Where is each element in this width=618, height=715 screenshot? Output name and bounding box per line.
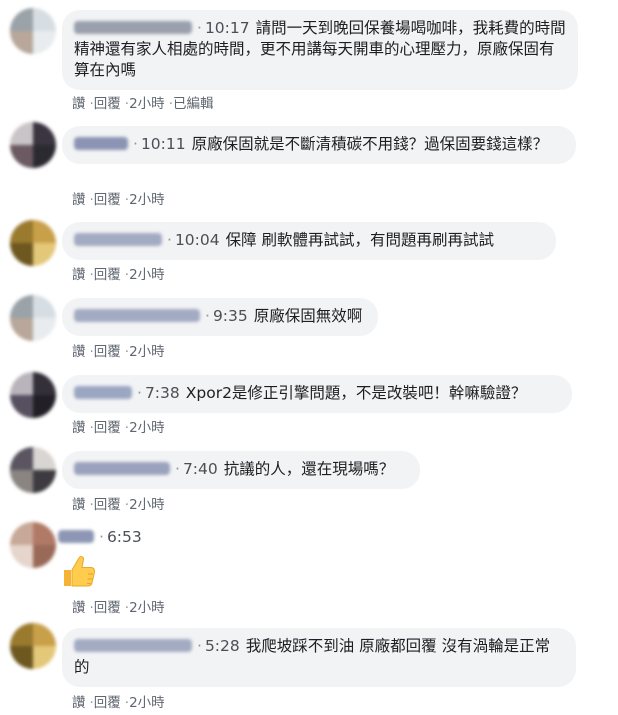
avatar[interactable]	[10, 372, 56, 418]
comment-time: 7:38	[144, 384, 180, 402]
commenter-name-blurred[interactable]	[74, 462, 170, 475]
like-link[interactable]: 讚	[72, 600, 86, 616]
avatar[interactable]	[10, 447, 56, 493]
comment-actions: 讚 ·回覆 ·2小時 ·已編輯	[72, 96, 214, 112]
comment-actions: 讚 ·回覆 ·2小時	[72, 344, 165, 360]
avatar[interactable]	[10, 295, 56, 341]
commenter-name-blurred[interactable]	[74, 386, 132, 399]
commenter-name-blurred[interactable]	[74, 309, 200, 322]
comment-age[interactable]: 2小時	[129, 420, 165, 436]
comment-text: 原廠保固就是不斷清積碳不用錢？過保固要錢這樣？	[191, 135, 549, 153]
commenter-name-blurred[interactable]	[74, 137, 128, 150]
comment-bubble: · 10:17 請問一天到晚回保養場喝咖啡，我耗費的時間精神還有家人相處的時間，更不…	[62, 10, 578, 90]
edited-label[interactable]: 已編輯	[173, 96, 214, 112]
separator-dot: ·	[175, 460, 180, 478]
comment-text: 保障 刷軟體再試試，有問題再刷再試試	[225, 231, 495, 249]
comment-time: 10:17	[204, 19, 250, 37]
commenter-name-blurred[interactable]	[74, 21, 192, 34]
reply-link[interactable]: 回覆	[94, 192, 121, 208]
separator-dot: ·	[133, 135, 138, 153]
comment-time: 10:04	[174, 231, 220, 249]
comment-age[interactable]: 2小時	[129, 695, 165, 711]
separator-dot: ·	[167, 231, 172, 249]
commenter-name-blurred[interactable]	[74, 639, 192, 652]
avatar[interactable]	[10, 623, 56, 669]
reply-link[interactable]: 回覆	[94, 600, 121, 616]
comment-actions: 讚 ·回覆 ·2小時	[72, 192, 165, 208]
commenter-name-blurred[interactable]	[74, 233, 162, 246]
comment-header: · 6:53	[58, 527, 148, 548]
reply-link[interactable]: 回覆	[94, 267, 121, 283]
comment-age[interactable]: 2小時	[129, 96, 165, 112]
comment-actions: 讚 ·回覆 ·2小時	[72, 600, 165, 616]
comment-age[interactable]: 2小時	[129, 192, 165, 208]
comment-time: 5:28	[204, 637, 240, 655]
thumbs-up-icon	[64, 556, 96, 587]
comment-text: 抗議的人，還在現場嗎？	[223, 460, 395, 478]
avatar[interactable]	[10, 122, 56, 168]
reply-link[interactable]: 回覆	[94, 497, 121, 513]
comment-text: 原廠保固無效啊	[253, 307, 363, 325]
commenter-name-blurred[interactable]	[58, 530, 94, 543]
like-link[interactable]: 讚	[72, 192, 86, 208]
comment-time: 7:40	[182, 460, 218, 478]
reply-link[interactable]: 回覆	[94, 420, 121, 436]
like-link[interactable]: 讚	[72, 344, 86, 360]
comment-bubble: · 9:35 原廠保固無效啊	[62, 298, 378, 336]
comment-bubble: · 5:28 我爬坡踩不到油 原廠都回覆 沒有渦輪是正常的	[62, 628, 576, 687]
reply-link[interactable]: 回覆	[94, 695, 121, 711]
comment-actions: 讚 ·回覆 ·2小時	[72, 267, 165, 283]
comment-bubble: · 10:04 保障 刷軟體再試試，有問題再刷再試試	[62, 222, 556, 260]
avatar[interactable]	[10, 522, 56, 568]
like-link[interactable]: 讚	[72, 497, 86, 513]
comment-time: 6:53	[106, 528, 142, 546]
comment-bubble: · 10:11 原廠保固就是不斷清積碳不用錢？過保固要錢這樣？	[62, 126, 576, 164]
comment-text: Xpor2是修正引擎問題，不是改裝吧！幹嘛驗證？	[185, 384, 527, 402]
like-link[interactable]: 讚	[72, 420, 86, 436]
avatar[interactable]	[10, 8, 56, 54]
separator-dot: ·	[205, 307, 210, 325]
comment-time: 10:11	[140, 135, 186, 153]
comment-age[interactable]: 2小時	[129, 600, 165, 616]
reply-link[interactable]: 回覆	[94, 344, 121, 360]
separator-dot: ·	[99, 528, 104, 546]
avatar[interactable]	[10, 220, 56, 266]
comment-actions: 讚 ·回覆 ·2小時	[72, 497, 165, 513]
comment-actions: 讚 ·回覆 ·2小時	[72, 695, 165, 711]
reply-link[interactable]: 回覆	[94, 96, 121, 112]
comment-bubble: · 7:40 抗議的人，還在現場嗎？	[62, 451, 420, 489]
comment-bubble: · 7:38 Xpor2是修正引擎問題，不是改裝吧！幹嘛驗證？	[62, 375, 572, 413]
comment-age[interactable]: 2小時	[129, 497, 165, 513]
separator-dot: ·	[197, 19, 202, 37]
comment-age[interactable]: 2小時	[129, 267, 165, 283]
like-link[interactable]: 讚	[72, 267, 86, 283]
comment-time: 9:35	[212, 307, 248, 325]
separator-dot: ·	[197, 637, 202, 655]
separator-dot: ·	[137, 384, 142, 402]
like-link[interactable]: 讚	[72, 96, 86, 112]
comment-actions: 讚 ·回覆 ·2小時	[72, 420, 165, 436]
like-link[interactable]: 讚	[72, 695, 86, 711]
comment-age[interactable]: 2小時	[129, 344, 165, 360]
